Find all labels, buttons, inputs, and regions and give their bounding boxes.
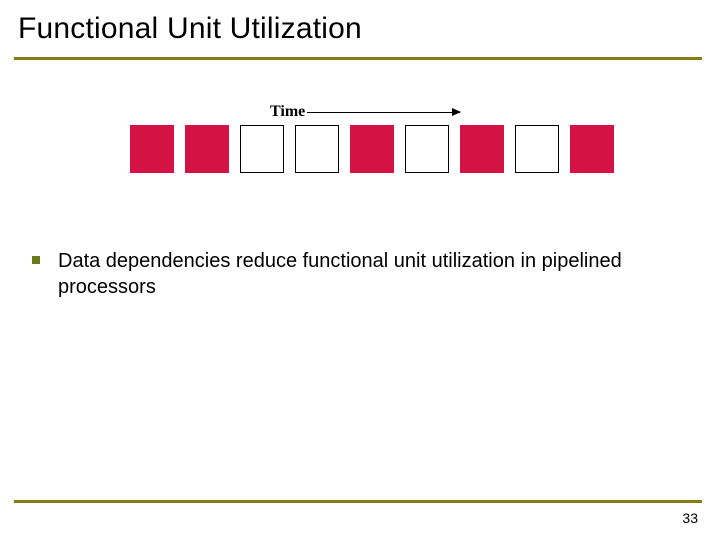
time-axis: Time: [270, 100, 460, 124]
footer-divider: [14, 500, 702, 503]
title-divider: [14, 57, 702, 60]
slot-box: [350, 125, 394, 173]
slot-box: [185, 125, 229, 173]
bullet-square-icon: [32, 256, 40, 264]
slot-box: [515, 125, 559, 173]
slot-box: [570, 125, 614, 173]
slide-title: Functional Unit Utilization: [18, 12, 362, 46]
slot-box: [295, 125, 339, 173]
slot-box: [405, 125, 449, 173]
arrow-head-icon: [452, 108, 461, 116]
time-label: Time: [270, 103, 305, 121]
utilization-boxes: [130, 125, 614, 173]
slide: Functional Unit Utilization Time Data de…: [0, 0, 720, 540]
slot-box: [130, 125, 174, 173]
arrow-line: [307, 112, 460, 113]
bullet-text: Data dependencies reduce functional unit…: [58, 248, 672, 300]
slot-box: [460, 125, 504, 173]
slot-box: [240, 125, 284, 173]
bullet-item: Data dependencies reduce functional unit…: [32, 248, 672, 300]
page-number: 33: [682, 510, 698, 526]
